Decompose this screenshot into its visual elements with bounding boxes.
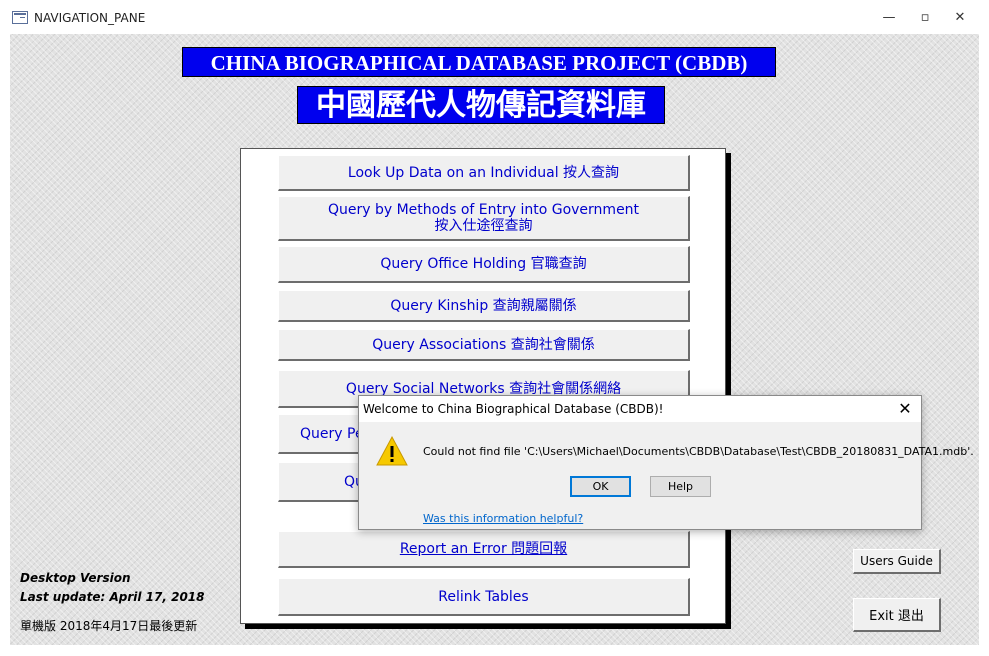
navigation-pane-window: NAVIGATION_PANE — ▫ ✕ CHINA BIOGRAPHICAL… [0,0,989,656]
query-entry-button[interactable]: Query by Methods of Entry into Governmen… [278,196,690,241]
minimize-button[interactable]: — [874,8,904,28]
helpful-link[interactable]: Was this information helpful? [423,512,583,525]
dialog-message: Could not find file 'C:\Users\Michael\Do… [423,445,974,458]
users-guide-label: Users Guide [860,554,933,568]
query-partial-label-1: Query Pe [300,425,364,442]
relink-tables-button[interactable]: Relink Tables [278,578,690,616]
relink-tables-label: Relink Tables [438,588,529,605]
lookup-individual-label: Look Up Data on an Individual 按人查詢 [347,164,620,181]
query-associations-label: Query Associations 查詢社會關係 [372,336,595,353]
query-entry-label-en: Query by Methods of Entry into Governmen… [327,202,640,218]
dialog-ok-button[interactable]: OK [570,476,631,497]
restore-button[interactable]: ▫ [910,8,940,28]
exit-button[interactable]: Exit 退出 [853,598,941,632]
error-dialog: Welcome to China Biographical Database (… [358,395,974,530]
dialog-help-button[interactable]: Help [650,476,711,497]
query-entry-label-zh: 按入仕途徑查詢 [434,218,533,234]
warning-icon [376,435,408,466]
title-bar[interactable]: NAVIGATION_PANE — ▫ ✕ [0,0,989,34]
desktop-version-label: Desktop Version [20,571,131,585]
banner-english-title: CHINA BIOGRAPHICAL DATABASE PROJECT (CBD… [182,47,776,77]
query-office-holding-label: Query Office Holding 官職查詢 [380,256,587,272]
exit-label: Exit 退出 [869,609,924,624]
banner-chinese-title: 中國歷代人物傳記資料庫 [297,86,665,124]
dialog-close-button[interactable]: ✕ [891,398,919,420]
lookup-individual-button[interactable]: Look Up Data on an Individual 按人查詢 [278,155,690,191]
last-update-label: Last update: April 17, 2018 [20,590,205,604]
report-error-label: Report an Error 問題回報 [399,541,568,557]
query-kinship-label: Query Kinship 查詢親屬關係 [390,297,577,314]
window-title: NAVIGATION_PANE [34,11,146,25]
query-associations-button[interactable]: Query Associations 查詢社會關係 [278,329,690,361]
report-error-button[interactable]: Report an Error 問題回報 [278,531,690,568]
form-icon [12,11,28,24]
query-kinship-button[interactable]: Query Kinship 查詢親屬關係 [278,290,690,322]
dialog-title-bar[interactable]: Welcome to China Biographical Database (… [359,396,921,422]
query-office-holding-button[interactable]: Query Office Holding 官職查詢 [278,246,690,283]
dialog-title: Welcome to China Biographical Database (… [363,402,664,416]
users-guide-button[interactable]: Users Guide [853,549,941,574]
close-button[interactable]: ✕ [945,8,975,28]
chinese-version-label: 單機版 2018年4月17日最後更新 [20,619,198,633]
